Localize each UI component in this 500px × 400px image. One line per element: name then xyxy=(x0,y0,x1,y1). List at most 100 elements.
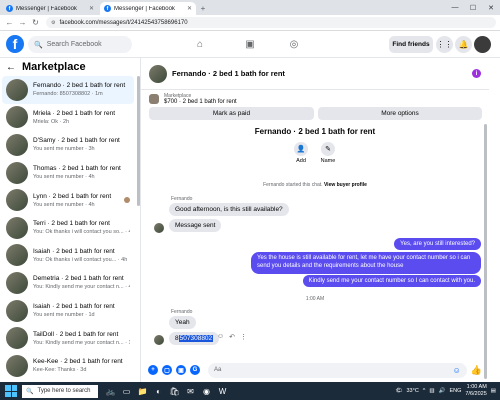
phone-selected-text[interactable]: 507308802 xyxy=(178,335,214,342)
reload-icon[interactable]: ↻ xyxy=(30,17,41,28)
close-window-icon[interactable]: ✕ xyxy=(482,0,500,15)
language-indicator[interactable]: ENG xyxy=(449,388,461,394)
conversation-item[interactable]: Fernando · 2 bed 1 bath for rent Fernando… xyxy=(2,76,134,104)
chat-avatar[interactable] xyxy=(149,64,167,83)
chat-scrollbar[interactable] xyxy=(484,124,487,379)
sidebar-scrollbar[interactable] xyxy=(137,76,140,206)
forward-arrow-icon[interactable]: → xyxy=(17,17,28,28)
message-composer: + ▢ ▣ G Aa ☺ 👍 xyxy=(141,358,489,382)
sender-avatar xyxy=(154,335,164,345)
conversation-preview: You: Ok thanks i will contact you... · 4… xyxy=(33,256,128,263)
notifications-icon[interactable]: ▤ xyxy=(491,388,496,394)
minimize-icon[interactable]: — xyxy=(446,0,464,15)
url-field[interactable]: ⚙ facebook.com/messages/t/24142543758696… xyxy=(46,17,496,28)
add-person-icon[interactable]: 👤 xyxy=(294,142,308,156)
conversation-item[interactable]: Demetria · 2 bed 1 bath for rent You: Kin… xyxy=(2,269,134,297)
weather-icon[interactable]: 🌤 xyxy=(396,388,403,394)
edge-browser-icon[interactable]: ◐ xyxy=(152,385,165,398)
plus-actions-icon[interactable]: + xyxy=(148,365,158,375)
system-tray: 🌤 33°C ^ ▥ 🔊 ENG 1:00 AM 7/6/2025 ▤ xyxy=(396,382,496,400)
browser-tab-2[interactable]: f Messenger | Facebook ✕ xyxy=(100,2,196,15)
task-view-icon[interactable]: ▭ xyxy=(120,385,133,398)
chat-started-notice: Fernando started this chat. View buyer p… xyxy=(141,182,489,188)
image-icon[interactable]: ▣ xyxy=(176,365,186,375)
like-thumb-icon[interactable]: 👍 xyxy=(471,365,482,376)
notifications-bell-icon[interactable]: 🔔 xyxy=(455,36,472,53)
clock-date: 7/6/2025 xyxy=(465,391,487,397)
incoming-message[interactable]: Good afternoon, is this still available? xyxy=(169,203,289,216)
info-icon[interactable]: i xyxy=(472,69,481,78)
store-icon[interactable]: 🛍 xyxy=(168,385,181,398)
sender-name: Fernando xyxy=(171,196,193,202)
taskbar-search-input[interactable]: 🔍 Type here to search xyxy=(22,384,98,398)
conversation-item[interactable]: D'Samy · 2 bed 1 bath for rent You sent m… xyxy=(2,131,134,159)
temperature[interactable]: 33°C xyxy=(407,388,419,394)
mail-icon[interactable]: ✉ xyxy=(184,385,197,398)
conversation-name: Mriela · 2 bed 1 bath for rent xyxy=(33,109,116,117)
conversation-item[interactable]: Terri · 2 bed 1 bath for rent You: Ok tha… xyxy=(2,214,134,242)
listing-thumbnail xyxy=(149,94,159,104)
camera-icon[interactable]: ▢ xyxy=(162,365,172,375)
network-icon[interactable]: ▥ xyxy=(429,388,434,394)
outgoing-message[interactable]: Yes, are you still interested? xyxy=(394,238,481,250)
windows-start-icon[interactable] xyxy=(5,385,17,397)
outgoing-message[interactable]: Yes the house is still available for ren… xyxy=(251,252,481,274)
close-icon[interactable]: ✕ xyxy=(187,5,192,12)
clock[interactable]: 1:00 AM 7/6/2025 xyxy=(465,384,486,397)
conversation-item[interactable]: Isaiah · 2 bed 1 bath for rent You: Ok th… xyxy=(2,242,134,270)
react-emoji-icon[interactable]: ☺ xyxy=(217,333,224,341)
conversation-preview: You sent me number · 4h xyxy=(33,174,95,181)
listing-thumbnail xyxy=(6,106,28,129)
reply-icon[interactable]: ↶ xyxy=(229,333,235,341)
conversation-name: Lynn · 2 bed 1 bath for rent xyxy=(33,192,112,200)
browser-tab-1[interactable]: f Messenger | Facebook ✕ xyxy=(2,2,98,15)
emoji-icon[interactable]: ☺ xyxy=(453,366,461,375)
conversation-item[interactable]: Mriela · 2 bed 1 bath for rent Mriela: Ok… xyxy=(2,104,134,132)
mark-as-paid-button[interactable]: Mark as paid xyxy=(149,107,314,120)
bicycle-widget-icon[interactable]: 🚲 xyxy=(104,385,117,398)
conversation-item[interactable]: Kee-Kee · 2 bed 1 bath for rent Kee-Kee: … xyxy=(2,352,134,380)
home-icon[interactable]: ⌂ xyxy=(193,37,207,51)
sidebar-header: ← Marketplace xyxy=(6,61,86,73)
file-explorer-icon[interactable]: 📁 xyxy=(136,385,149,398)
listing-summary[interactable]: Marketplace $700 · 2 bed 1 bath for rent xyxy=(149,92,479,106)
more-options-button[interactable]: More options xyxy=(318,107,482,120)
profile-avatar[interactable] xyxy=(474,36,491,53)
marketplace-store-icon[interactable]: ▣ xyxy=(243,37,257,51)
groups-icon[interactable]: ◎ xyxy=(287,37,301,51)
conversation-item[interactable]: Isaiah · 2 bed 1 bath for rent You sent m… xyxy=(2,297,134,325)
more-icon[interactable]: ⋮ xyxy=(240,333,247,341)
outgoing-message[interactable]: Kindly send me your contact number so I … xyxy=(302,275,481,287)
word-icon[interactable]: W xyxy=(216,385,229,398)
back-arrow-icon[interactable]: ← xyxy=(6,62,16,73)
conversation-item[interactable]: TailDoll · 2 bed 1 bath for rent You: Kin… xyxy=(2,324,134,352)
close-icon[interactable]: ✕ xyxy=(89,5,94,12)
back-arrow-icon[interactable]: ← xyxy=(4,17,15,28)
chrome-icon[interactable]: ◉ xyxy=(200,385,213,398)
find-friends-button[interactable]: Find friends xyxy=(389,36,433,53)
window-controls: — ☐ ✕ xyxy=(446,0,500,15)
gif-icon[interactable]: G xyxy=(190,365,200,375)
conversation-item[interactable]: Lynn · 2 bed 1 bath for rent You sent me … xyxy=(2,186,134,214)
message-input[interactable]: Aa ☺ xyxy=(208,362,467,378)
conversation-item[interactable]: Thomas · 2 bed 1 bath for rent You sent m… xyxy=(2,159,134,187)
edit-name-icon[interactable]: ✎ xyxy=(321,142,335,156)
new-tab-plus-icon[interactable]: + xyxy=(198,2,208,15)
view-buyer-profile-link[interactable]: View buyer profile xyxy=(324,182,367,188)
tab-title: Messenger | Facebook xyxy=(16,5,77,12)
conversation-preview: You sent me number · 1d xyxy=(33,312,95,319)
started-text: Fernando started this chat. xyxy=(263,182,323,188)
browser-tabbar: f Messenger | Facebook ✕ f Messenger | F… xyxy=(0,0,500,15)
site-info-icon[interactable]: ⚙ xyxy=(51,20,55,26)
facebook-logo-icon[interactable]: f xyxy=(6,35,24,53)
conversation-preview: Kee-Kee: Thanks · 3d xyxy=(33,367,87,374)
maximize-icon[interactable]: ☐ xyxy=(464,0,482,15)
incoming-message-phone[interactable]: 8507308802 xyxy=(169,332,220,345)
menu-grid-icon[interactable]: ⋮⋮ xyxy=(436,36,453,53)
incoming-message[interactable]: Yeah xyxy=(169,316,196,329)
facebook-search-input[interactable]: 🔍 Search Facebook xyxy=(28,36,132,53)
volume-icon[interactable]: 🔊 xyxy=(439,388,446,394)
incoming-message[interactable]: Message sent xyxy=(169,219,222,232)
tray-chevron-icon[interactable]: ^ xyxy=(423,388,426,394)
chat-title[interactable]: Fernando · 2 bed 1 bath for rent xyxy=(172,69,472,78)
